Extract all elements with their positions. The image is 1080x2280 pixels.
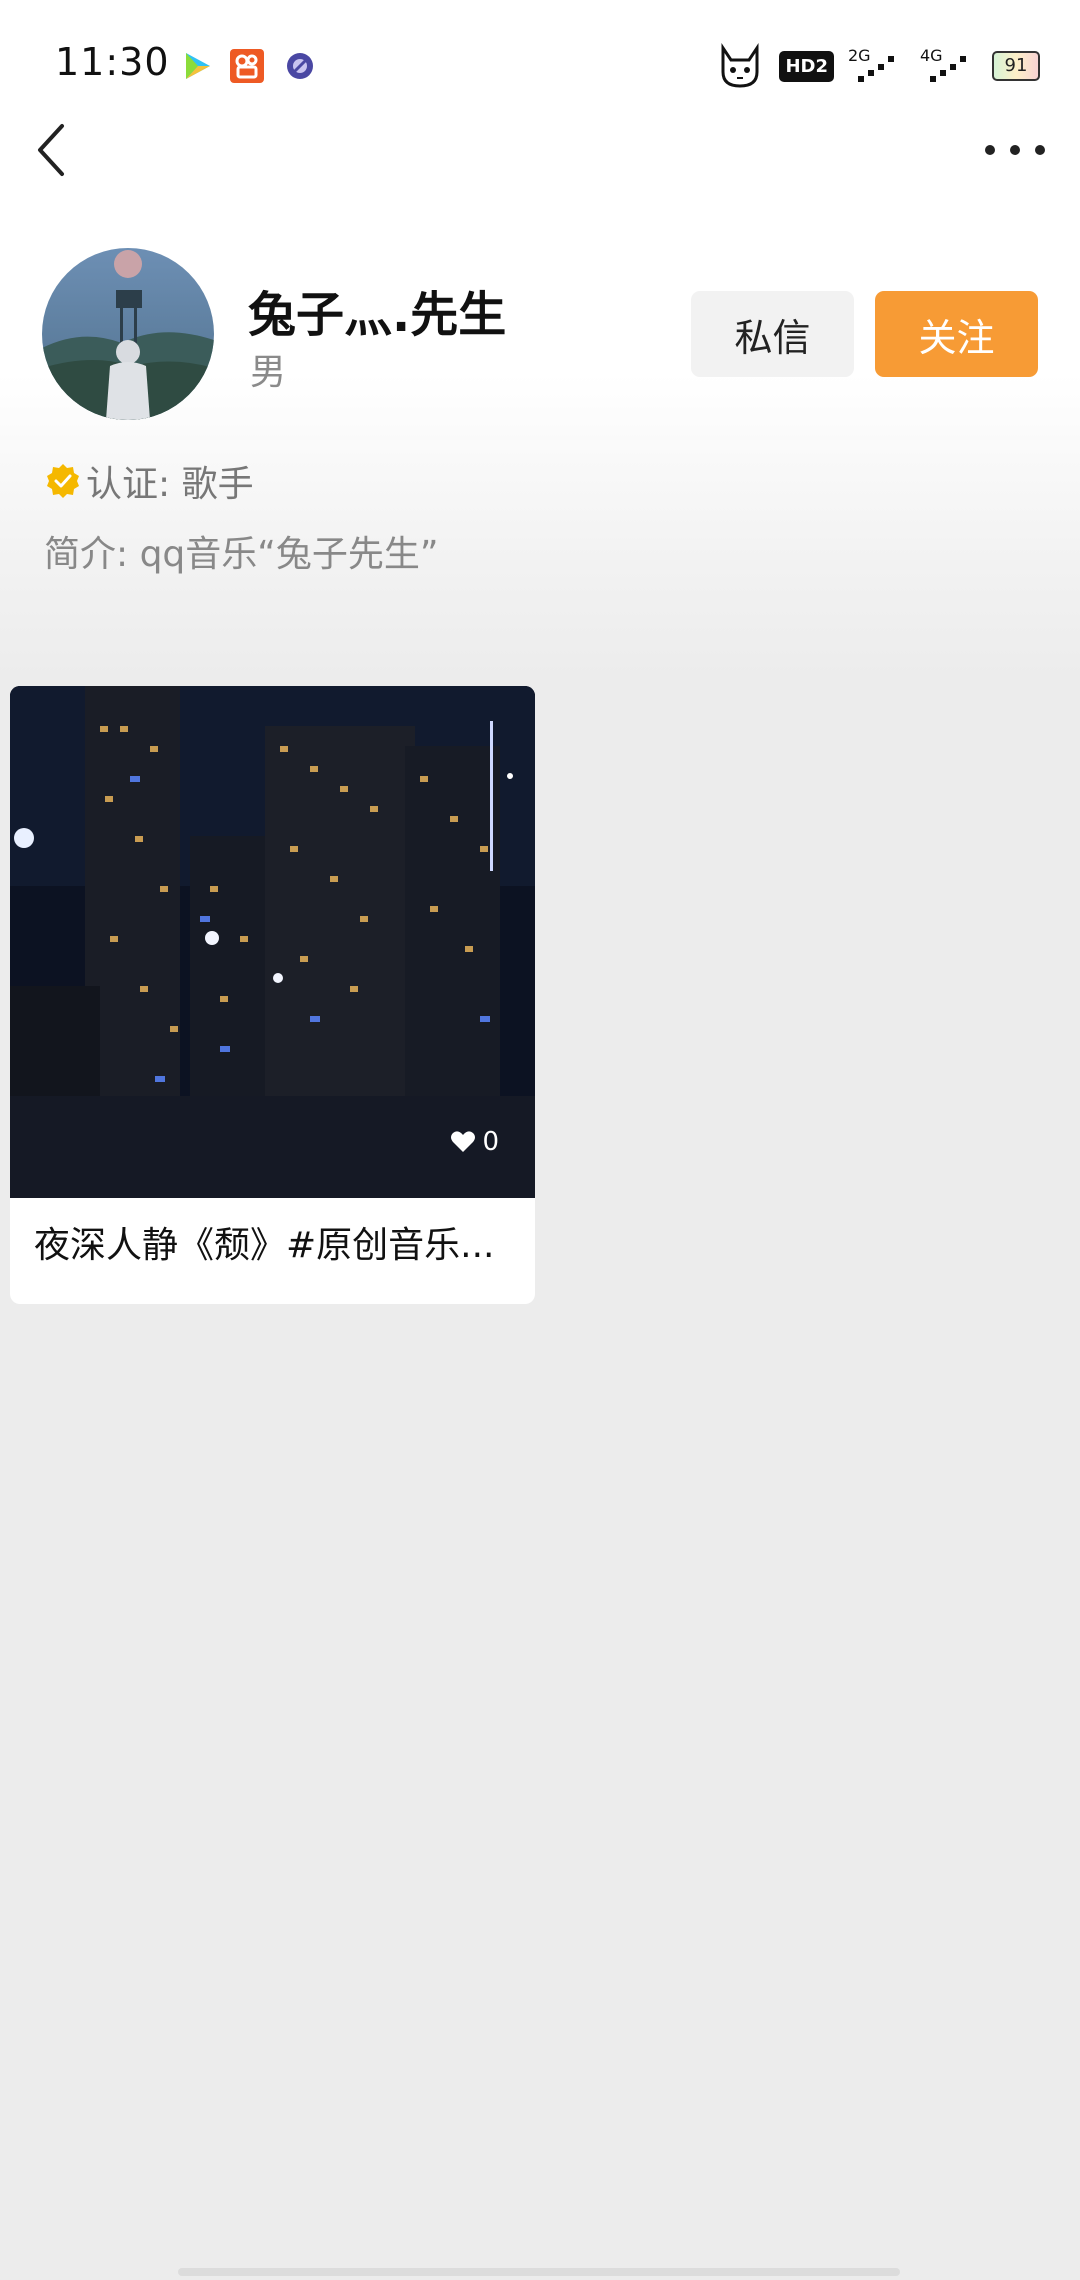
profile-name: 兔子灬.先生 xyxy=(248,287,507,343)
profile-page: 11:30 HD2 2G 4G 91 兔子灬.先生 男 私信 关注 认证: 歌手… xyxy=(0,0,1080,2280)
profile-bio: 简介: qq音乐“兔子先生” xyxy=(44,534,439,575)
signal-2g: 2G xyxy=(848,46,906,86)
signal-4g: 4G xyxy=(920,46,978,86)
signal-2g-icon xyxy=(858,56,894,82)
heart-icon xyxy=(451,1131,476,1152)
message-button[interactable]: 私信 xyxy=(691,291,854,377)
certification-text: 认证: 歌手 xyxy=(86,464,254,505)
certification: 认证: 歌手 xyxy=(44,456,254,506)
gesture-bar[interactable] xyxy=(178,2268,900,2276)
status-time: 11:30 xyxy=(55,40,170,84)
hd-badge: HD2 xyxy=(779,50,834,82)
post-thumbnail[interactable]: 0 xyxy=(10,686,535,1198)
cat-icon xyxy=(721,43,759,88)
kuaishou-app-icon xyxy=(230,49,264,83)
browser-app-icon xyxy=(287,53,313,79)
follow-button[interactable]: 关注 xyxy=(875,291,1038,377)
verified-badge-icon xyxy=(47,464,79,498)
status-bar: 11:30 HD2 2G 4G 91 xyxy=(0,0,1080,130)
chevron-left-icon[interactable] xyxy=(30,118,74,182)
signal-4g-icon xyxy=(930,56,966,82)
like-count: 0 xyxy=(442,1122,507,1162)
like-count-text: 0 xyxy=(482,1127,499,1157)
post-card[interactable]: 0 夜深人静《颓》#原创音乐... xyxy=(10,686,535,1304)
avatar[interactable] xyxy=(42,248,214,420)
post-title[interactable]: 夜深人静《颓》#原创音乐... xyxy=(34,1216,514,1268)
profile-gender: 男 xyxy=(250,352,287,393)
more-horizontal-icon[interactable] xyxy=(980,128,1050,172)
battery-icon: 91 xyxy=(992,51,1040,81)
video-app-icon xyxy=(186,53,210,79)
status-right-group: HD2 2G 4G 91 xyxy=(715,42,1040,90)
